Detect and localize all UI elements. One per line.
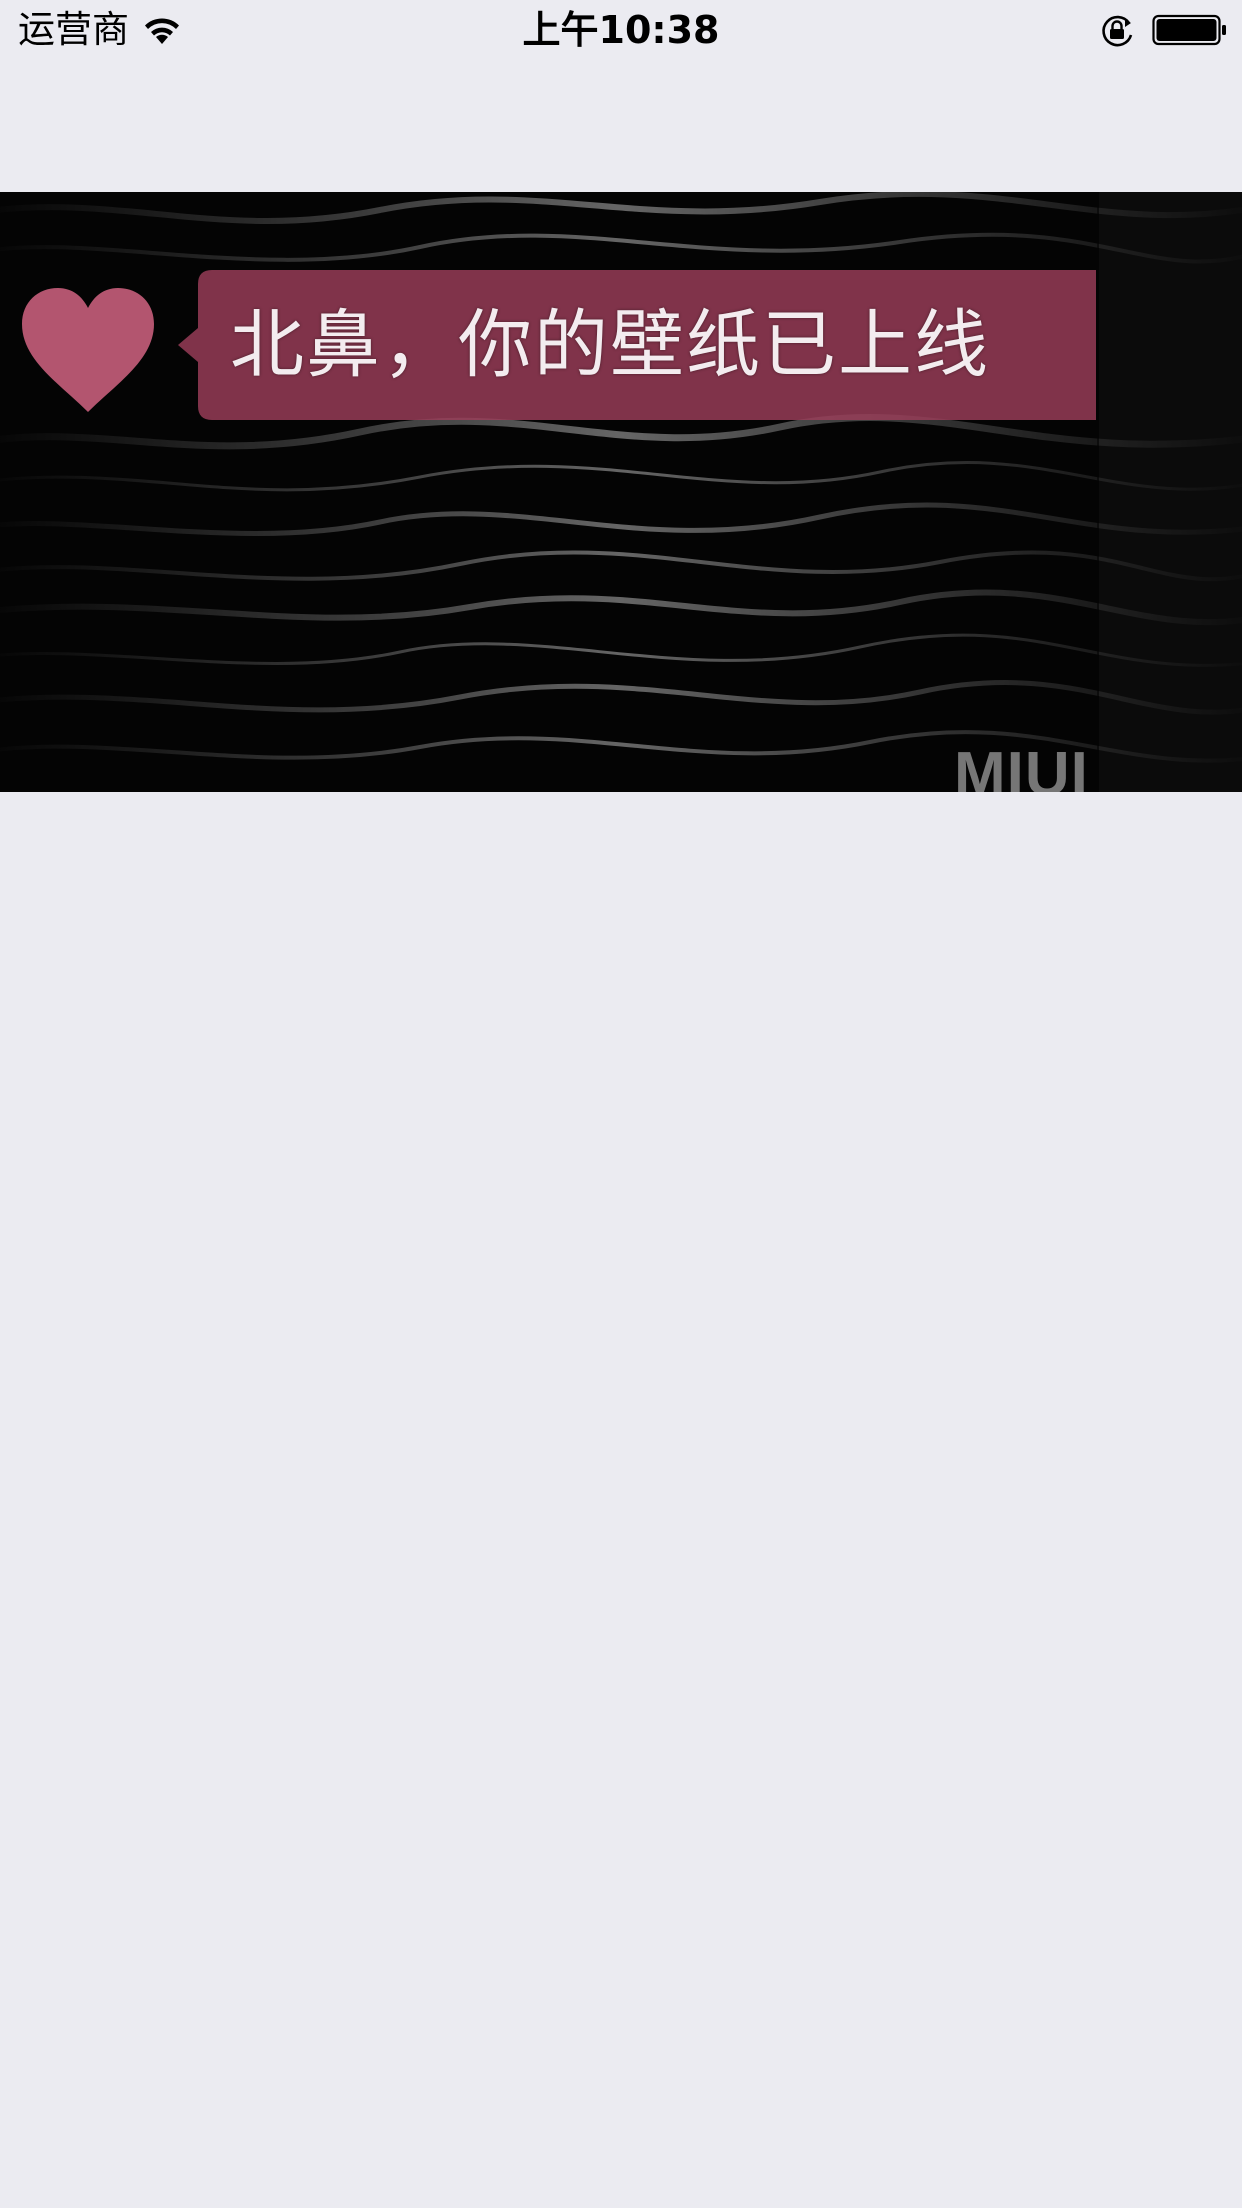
rotation-lock-icon bbox=[1102, 15, 1133, 47]
battery-icon bbox=[1152, 14, 1226, 46]
heart-icon bbox=[22, 288, 154, 412]
miui-watermark: MIUI bbox=[954, 740, 1089, 793]
next-slide-preview bbox=[1097, 192, 1242, 792]
banner-carousel[interactable]: 北鼻，你的壁纸已上线 MIUI bbox=[0, 192, 1242, 792]
speech-bubble: 北鼻，你的壁纸已上线 bbox=[178, 270, 1096, 420]
status-time: 上午10:38 bbox=[522, 8, 720, 52]
slide-caption: 北鼻，你的壁纸已上线 bbox=[230, 302, 990, 388]
status-bar: 运营商 上午10:38 bbox=[0, 0, 1242, 60]
